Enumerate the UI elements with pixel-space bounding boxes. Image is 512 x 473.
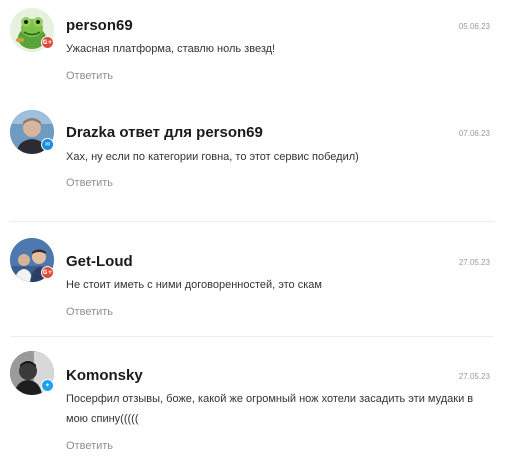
comment-author: Komonsky: [66, 367, 143, 384]
reply-button[interactable]: Ответить: [66, 70, 113, 82]
mail-badge-icon: ✉: [41, 138, 54, 151]
comment-author: Drazka ответ для person69: [66, 124, 263, 141]
twitter-badge-icon: ✦: [41, 379, 54, 392]
comment-author: Get-Loud: [66, 253, 133, 270]
comment-item: ✦ Komonsky 27.05.23 Посерфил отзывы, бож…: [0, 337, 512, 473]
google-plus-badge-icon: G+: [41, 36, 54, 49]
google-plus-badge-icon: G+: [41, 266, 54, 279]
comment-item: ✉ Drazka ответ для person69 07.06.23 Хах…: [0, 110, 512, 220]
reply-button[interactable]: Ответить: [66, 306, 113, 318]
comment-item: G+ person69 05.06.23 Ужасная платформа, …: [0, 0, 512, 110]
reply-button[interactable]: Ответить: [66, 440, 113, 452]
comment-text: Хах, ну если по категории говна, то этот…: [66, 151, 359, 163]
comment-item: G+ Get-Loud 27.05.23 Не стоит иметь с ни…: [0, 222, 512, 336]
comment-date: 07.06.23: [458, 129, 490, 138]
comment-date: 05.06.23: [458, 22, 490, 31]
comment-author: person69: [66, 17, 133, 34]
reply-button[interactable]: Ответить: [66, 177, 113, 189]
comment-text: Ужасная платформа, ставлю ноль звезд!: [66, 43, 276, 55]
comment-date: 27.05.23: [458, 258, 490, 267]
comment-text: Посерфил отзывы, боже, какой же огромный…: [66, 393, 474, 425]
comment-text: Не стоит иметь с ними договоренностей, э…: [66, 279, 322, 291]
comment-date: 27.05.23: [458, 372, 490, 381]
